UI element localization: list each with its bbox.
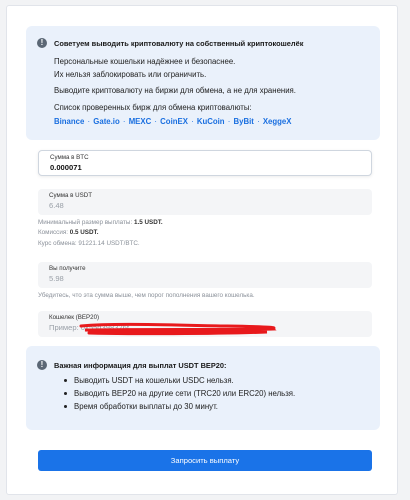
exchange-links: Binance · Gate.io · MEXC · CoinEX · KuCo… xyxy=(54,117,291,126)
info-icon: ! xyxy=(37,38,47,48)
fee-label: Комиссия: xyxy=(38,229,70,236)
notice-line: Список проверенных бирж для обмена крипт… xyxy=(54,103,252,112)
receive-value: 5.98 xyxy=(49,274,64,283)
redaction-scribble xyxy=(79,322,277,336)
list-item: Выводить USDT на кошельки USDC нельзя. xyxy=(64,376,295,389)
separator: · xyxy=(154,117,157,126)
request-payout-button[interactable]: Запросить выплату xyxy=(38,450,372,471)
fee-text: Комиссия: 0.5 USDT. xyxy=(38,229,98,236)
amount-btc-input[interactable]: Сумма в BTC 0.000071 xyxy=(38,150,372,176)
min-payout-value: 1.5 USDT. xyxy=(133,219,163,226)
receive-hint: Убедитесь, что эта сумма выше, чем порог… xyxy=(38,292,255,299)
fee-value: 0.5 USDT. xyxy=(69,229,99,236)
exchange-link-xeggex[interactable]: XeggeX xyxy=(263,117,292,126)
recommendation-notice: ! Советуем выводить криптовалюту на собс… xyxy=(26,26,380,140)
notice-line: Их нельзя заблокировать или ограничить. xyxy=(54,70,207,79)
amount-usdt-field: Сумма в USDT 6.48 xyxy=(38,189,372,215)
min-payout-text: Минимальный размер выплаты: 1.5 USDT. xyxy=(38,219,163,226)
info-icon: ! xyxy=(37,360,47,370)
bep20-notice-title: Важная информация для выплат USDT BEP20: xyxy=(54,361,227,370)
separator: · xyxy=(257,117,260,126)
exchange-link-mexc[interactable]: MEXC xyxy=(129,117,152,126)
amount-btc-value: 0.000071 xyxy=(50,163,82,172)
amount-usdt-value: 6.48 xyxy=(49,201,64,210)
notice-line: Персональные кошельки надёжнее и безопас… xyxy=(54,57,236,66)
list-item: Время обработки выплаты до 30 минут. xyxy=(64,402,295,415)
exchange-link-binance[interactable]: Binance xyxy=(54,117,84,126)
exchange-link-gateio[interactable]: Gate.io xyxy=(93,117,119,126)
amount-btc-label: Сумма в BTC xyxy=(50,154,89,161)
withdraw-card: ! Советуем выводить криптовалюту на собс… xyxy=(6,5,398,495)
exchange-link-coinex[interactable]: CoinEX xyxy=(160,117,188,126)
amount-usdt-label: Сумма в USDT xyxy=(49,192,93,199)
min-payout-label: Минимальный размер выплаты: xyxy=(38,219,134,226)
exchange-link-bybit[interactable]: ByBit xyxy=(234,117,254,126)
receive-amount-field: Вы получите 5.98 xyxy=(38,262,372,288)
exchange-link-kucoin[interactable]: KuCoin xyxy=(197,117,225,126)
exchange-rate-text: Курс обмена: 91221.14 USDT/BTC. xyxy=(38,240,140,247)
bep20-rules-list: Выводить USDT на кошельки USDC нельзя. В… xyxy=(64,376,295,415)
separator: · xyxy=(191,117,194,126)
separator: · xyxy=(227,117,231,126)
receive-label: Вы получите xyxy=(49,265,86,272)
separator: · xyxy=(87,117,91,126)
list-item: Выводить BEP20 на другие сети (TRC20 или… xyxy=(64,389,295,402)
separator: · xyxy=(122,117,126,126)
notice-title: Советуем выводить криптовалюту на собств… xyxy=(54,39,304,48)
bep20-notice: ! Важная информация для выплат USDT BEP2… xyxy=(26,346,380,430)
notice-line: Выводите криптовалюту на биржи для обмен… xyxy=(54,86,296,95)
